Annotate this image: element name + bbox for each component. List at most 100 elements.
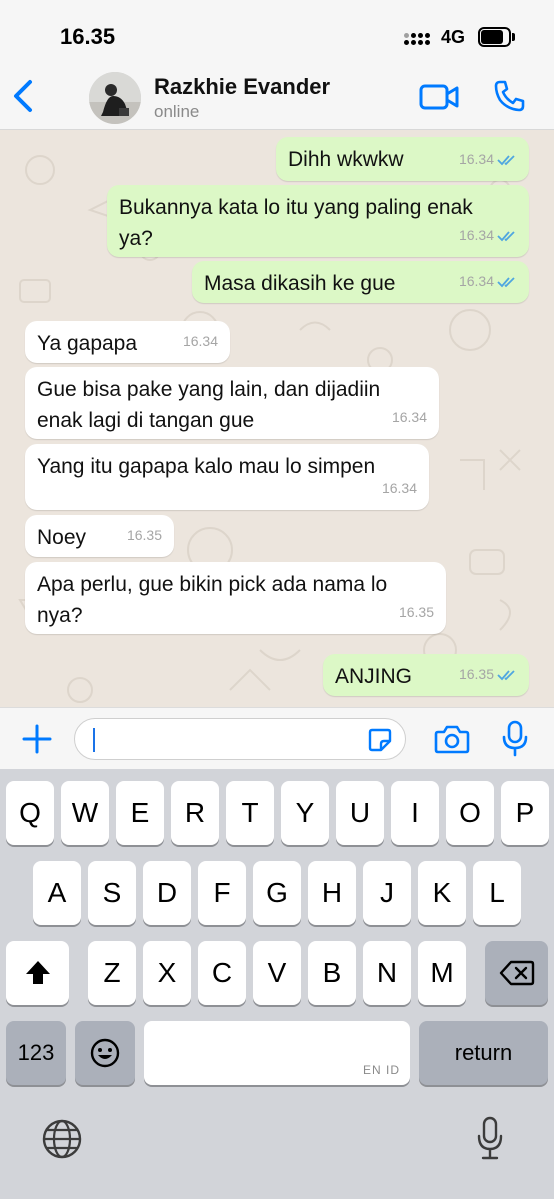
contact-name[interactable]: Razkhie Evander (154, 74, 330, 100)
message-text: Yang itu gapapa kalo mau lo simpen (37, 455, 376, 478)
key-u[interactable]: U (336, 781, 384, 845)
key-j[interactable]: J (363, 861, 411, 925)
message-bubble-outgoing[interactable]: ANJING 16.35 (323, 654, 529, 696)
message-meta: 16.35 (399, 597, 434, 628)
key-e[interactable]: E (116, 781, 164, 845)
message-text: Dihh wkwkw (288, 148, 404, 171)
plus-icon (22, 724, 52, 754)
avatar-photo (89, 72, 141, 124)
back-button[interactable] (8, 76, 44, 116)
chat-header: Razkhie Evander online (0, 62, 554, 130)
voice-note-button[interactable] (500, 720, 530, 758)
sticker-button[interactable] (367, 727, 393, 753)
numbers-key[interactable]: 123 (6, 1021, 66, 1085)
key-n[interactable]: N (363, 941, 411, 1005)
key-w[interactable]: W (61, 781, 109, 845)
message-bubble-incoming[interactable]: Noey 16.35 (25, 515, 174, 557)
message-bubble-outgoing[interactable]: Dihh wkwkw 16.34 (276, 137, 529, 181)
key-z[interactable]: Z (88, 941, 136, 1005)
message-text: Apa perlu, gue bikin pick ada nama lo ny… (37, 573, 388, 627)
message-time: 16.35 (126, 527, 162, 543)
message-meta: 16.34 (183, 326, 218, 357)
avatar[interactable] (89, 72, 141, 124)
dictation-button[interactable] (474, 1115, 506, 1161)
key-f[interactable]: F (198, 861, 246, 925)
return-key[interactable]: return (419, 1021, 548, 1085)
backspace-key[interactable] (485, 941, 548, 1005)
text-cursor (93, 728, 95, 752)
message-meta: 16.34 (459, 266, 517, 297)
key-b[interactable]: B (308, 941, 356, 1005)
message-time: 16.34 (182, 333, 218, 349)
message-time: 16.34 (458, 273, 494, 289)
contact-status: online (154, 102, 200, 121)
key-y[interactable]: Y (281, 781, 329, 845)
message-bubble-outgoing[interactable]: Bukannya kata lo itu yang paling enak ya… (107, 185, 529, 257)
key-l[interactable]: L (473, 861, 521, 925)
key-x[interactable]: X (143, 941, 191, 1005)
globe-button[interactable] (40, 1117, 84, 1161)
phone-call-icon (494, 80, 525, 112)
key-r[interactable]: R (171, 781, 219, 845)
read-ticks-icon (497, 154, 515, 165)
key-k[interactable]: K (418, 861, 466, 925)
microphone-icon (502, 720, 528, 757)
key-q[interactable]: Q (6, 781, 54, 845)
read-ticks-icon (497, 669, 515, 680)
key-h[interactable]: H (308, 861, 356, 925)
message-bubble-incoming[interactable]: Yang itu gapapa kalo mau lo simpen 16.34 (25, 444, 429, 510)
message-text: ANJING (335, 665, 413, 688)
attach-button[interactable] (20, 722, 54, 756)
message-text: Bukannya kata lo itu yang paling enak ya… (119, 196, 473, 250)
message-time: 16.34 (391, 409, 427, 425)
status-time: 16.35 (60, 24, 116, 49)
message-meta: 16.35 (127, 520, 162, 551)
message-bubble-incoming[interactable]: Gue bisa pake yang lain, dan dijadiin en… (25, 367, 439, 439)
backspace-icon (499, 960, 534, 986)
key-v[interactable]: V (253, 941, 301, 1005)
message-time: 16.35 (458, 666, 494, 682)
message-meta: 16.35 (459, 659, 517, 690)
key-s[interactable]: S (88, 861, 136, 925)
key-o[interactable]: O (446, 781, 494, 845)
keyboard: Q W E R T Y U I O P A S D F G H J K L Z … (0, 769, 554, 1199)
dictation-mic-icon (477, 1116, 503, 1160)
message-time: 16.34 (381, 480, 417, 496)
chat-area[interactable]: Dihh wkwkw 16.34 Bukannya kata lo itu ya… (0, 130, 554, 707)
key-t[interactable]: T (226, 781, 274, 845)
read-ticks-icon (497, 276, 515, 287)
message-text: Masa dikasih ke gue (204, 272, 396, 295)
key-p[interactable]: P (501, 781, 549, 845)
message-text: Ya gapapa (37, 332, 138, 355)
key-c[interactable]: C (198, 941, 246, 1005)
message-meta: 16.34 (382, 473, 417, 504)
key-g[interactable]: G (253, 861, 301, 925)
network-type: 4G (441, 27, 466, 47)
message-text: Noey (37, 526, 87, 549)
message-meta: 16.34 (459, 144, 517, 175)
shift-key[interactable] (6, 941, 69, 1005)
composer-bar (0, 707, 554, 769)
message-bubble-incoming[interactable]: Ya gapapa 16.34 (25, 321, 230, 363)
voice-call-button[interactable] (492, 78, 528, 114)
camera-button[interactable] (434, 722, 470, 756)
emoji-icon (90, 1038, 120, 1068)
camera-icon (434, 725, 470, 754)
message-bubble-incoming[interactable]: Apa perlu, gue bikin pick ada nama lo ny… (25, 562, 446, 634)
message-text: Gue bisa pake yang lain, dan dijadiin en… (37, 378, 381, 432)
video-call-button[interactable] (418, 80, 460, 114)
message-time: 16.34 (458, 151, 494, 167)
message-input[interactable] (74, 718, 406, 760)
key-i[interactable]: I (391, 781, 439, 845)
message-bubble-outgoing[interactable]: Masa dikasih ke gue 16.34 (192, 261, 529, 303)
key-a[interactable]: A (33, 861, 81, 925)
video-call-icon (419, 84, 459, 110)
space-key[interactable]: EN ID (144, 1021, 410, 1085)
sticker-icon (368, 728, 392, 752)
status-bar: 16.35 4G (0, 0, 554, 70)
message-meta: 16.34 (459, 220, 517, 251)
key-d[interactable]: D (143, 861, 191, 925)
key-m[interactable]: M (418, 941, 466, 1005)
emoji-key[interactable] (75, 1021, 135, 1085)
globe-icon (42, 1119, 82, 1159)
